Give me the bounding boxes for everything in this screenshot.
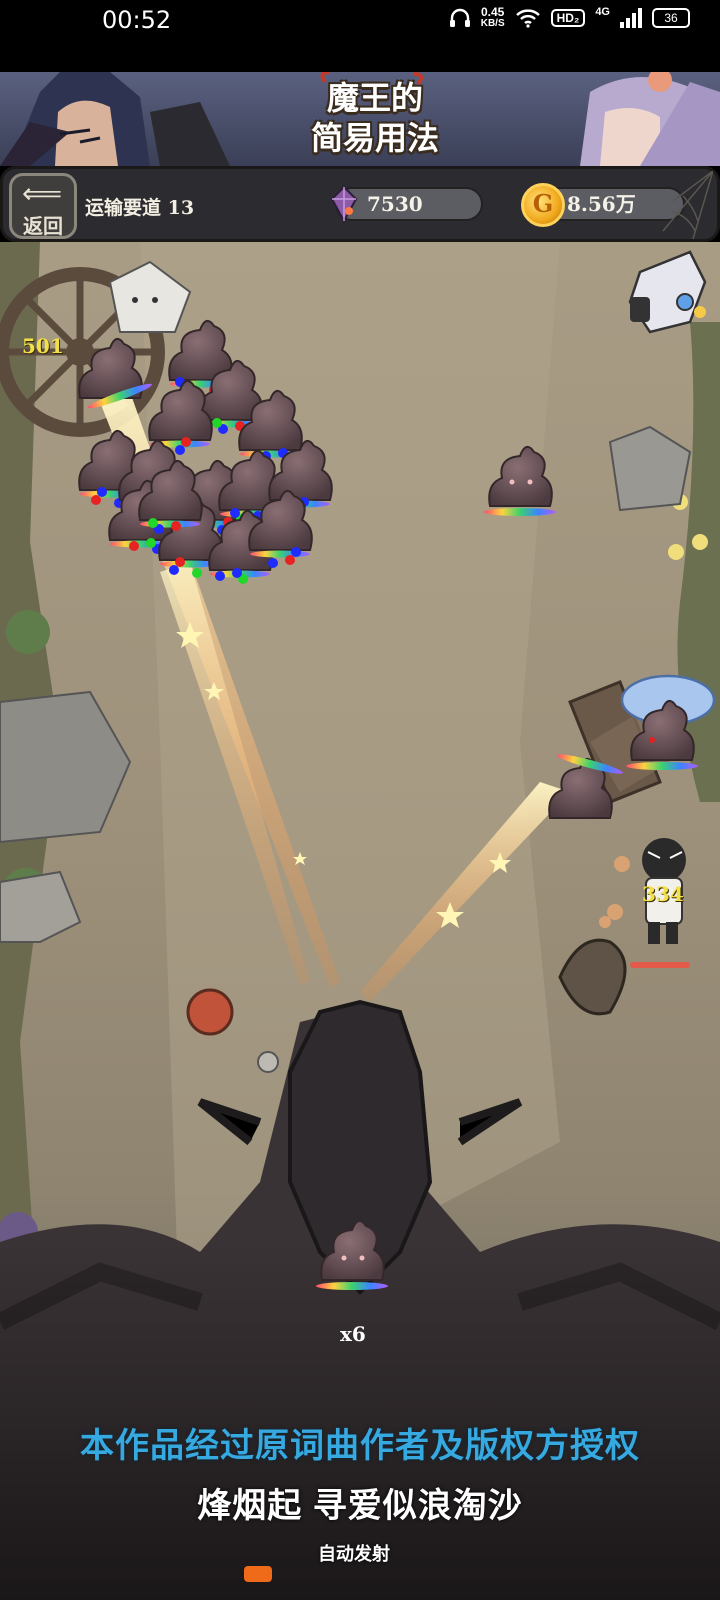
status-effect-dot <box>215 571 225 581</box>
status-effect-dot <box>230 508 240 518</box>
spiderweb-decoration <box>662 171 713 240</box>
battery-indicator: 36 <box>652 8 690 28</box>
auto-fire-toggle[interactable] <box>244 1566 272 1582</box>
network-speed-unit: KB/S <box>480 18 505 29</box>
status-effect-dot <box>129 541 139 551</box>
status-effect-dot <box>146 538 156 548</box>
status-effect-dot <box>268 558 278 568</box>
game-title-line2: 简易用法 <box>310 119 439 157</box>
playfield[interactable]: 501 334 <box>0 242 720 1600</box>
playfield-scene <box>0 242 720 1600</box>
back-button-label: 返回 <box>23 214 63 238</box>
ammo-multiplier: x6 <box>340 1322 366 1346</box>
lyric-line-2: 烽烟起 寻爱似浪淘沙 <box>197 1487 523 1525</box>
status-effect-dot <box>181 437 191 447</box>
damage-number: 334 <box>642 882 684 906</box>
coin-count: 8.56万 <box>567 192 636 216</box>
status-effect-dot <box>212 418 222 428</box>
status-effect-dot <box>97 487 107 497</box>
status-bar: 00:52 0.45 KB/S HD₂ 4G 36 <box>0 0 720 72</box>
status-effect-dot <box>169 565 179 575</box>
signal-bars-icon <box>620 8 642 28</box>
status-time: 00:52 <box>102 6 172 34</box>
status-effect-dot <box>192 568 202 578</box>
top-hud: ⟸ 返回 运输要道 13 7530 G 8.56万 <box>0 166 720 242</box>
game-title: 魔王的 简易用法 <box>290 78 460 158</box>
gem-icon <box>330 185 358 223</box>
status-effect-dot <box>148 518 158 528</box>
hd-badge: HD₂ <box>550 9 586 27</box>
back-arrow-icon: ⟸ <box>22 178 63 209</box>
lyric-line-1: 本作品经过原词曲作者及版权方授权 <box>80 1427 640 1465</box>
coin-icon: G <box>521 183 565 227</box>
robot-turret <box>628 250 707 334</box>
status-icons: 0.45 KB/S HD₂ 4G 36 <box>449 6 690 30</box>
network-speed: 0.45 KB/S <box>481 6 505 30</box>
status-effect-dot <box>91 495 101 505</box>
wifi-icon <box>515 9 540 28</box>
status-effect-dot <box>232 568 242 578</box>
network-speed-value: 0.45 <box>481 5 505 19</box>
gem-counter: 7530 <box>330 185 483 223</box>
stage-label: 运输要道 13 <box>85 197 195 219</box>
headphones-icon <box>449 8 470 27</box>
status-effect-dot <box>171 521 181 531</box>
status-effect-dot <box>291 547 301 557</box>
status-effect-dot <box>285 555 295 565</box>
title-banner: 魔王的 简易用法 <box>0 72 720 166</box>
game-title-line1: 魔王的 <box>326 79 423 117</box>
signal-label: 4G <box>595 6 610 18</box>
damage-number: 501 <box>22 334 64 358</box>
auto-fire-label: 自动发射 <box>318 1544 390 1565</box>
status-effect-dot <box>175 557 185 567</box>
status-effect-dot <box>175 445 185 455</box>
gem-count: 7530 <box>367 192 423 216</box>
back-button[interactable]: ⟸ 返回 <box>9 173 77 239</box>
